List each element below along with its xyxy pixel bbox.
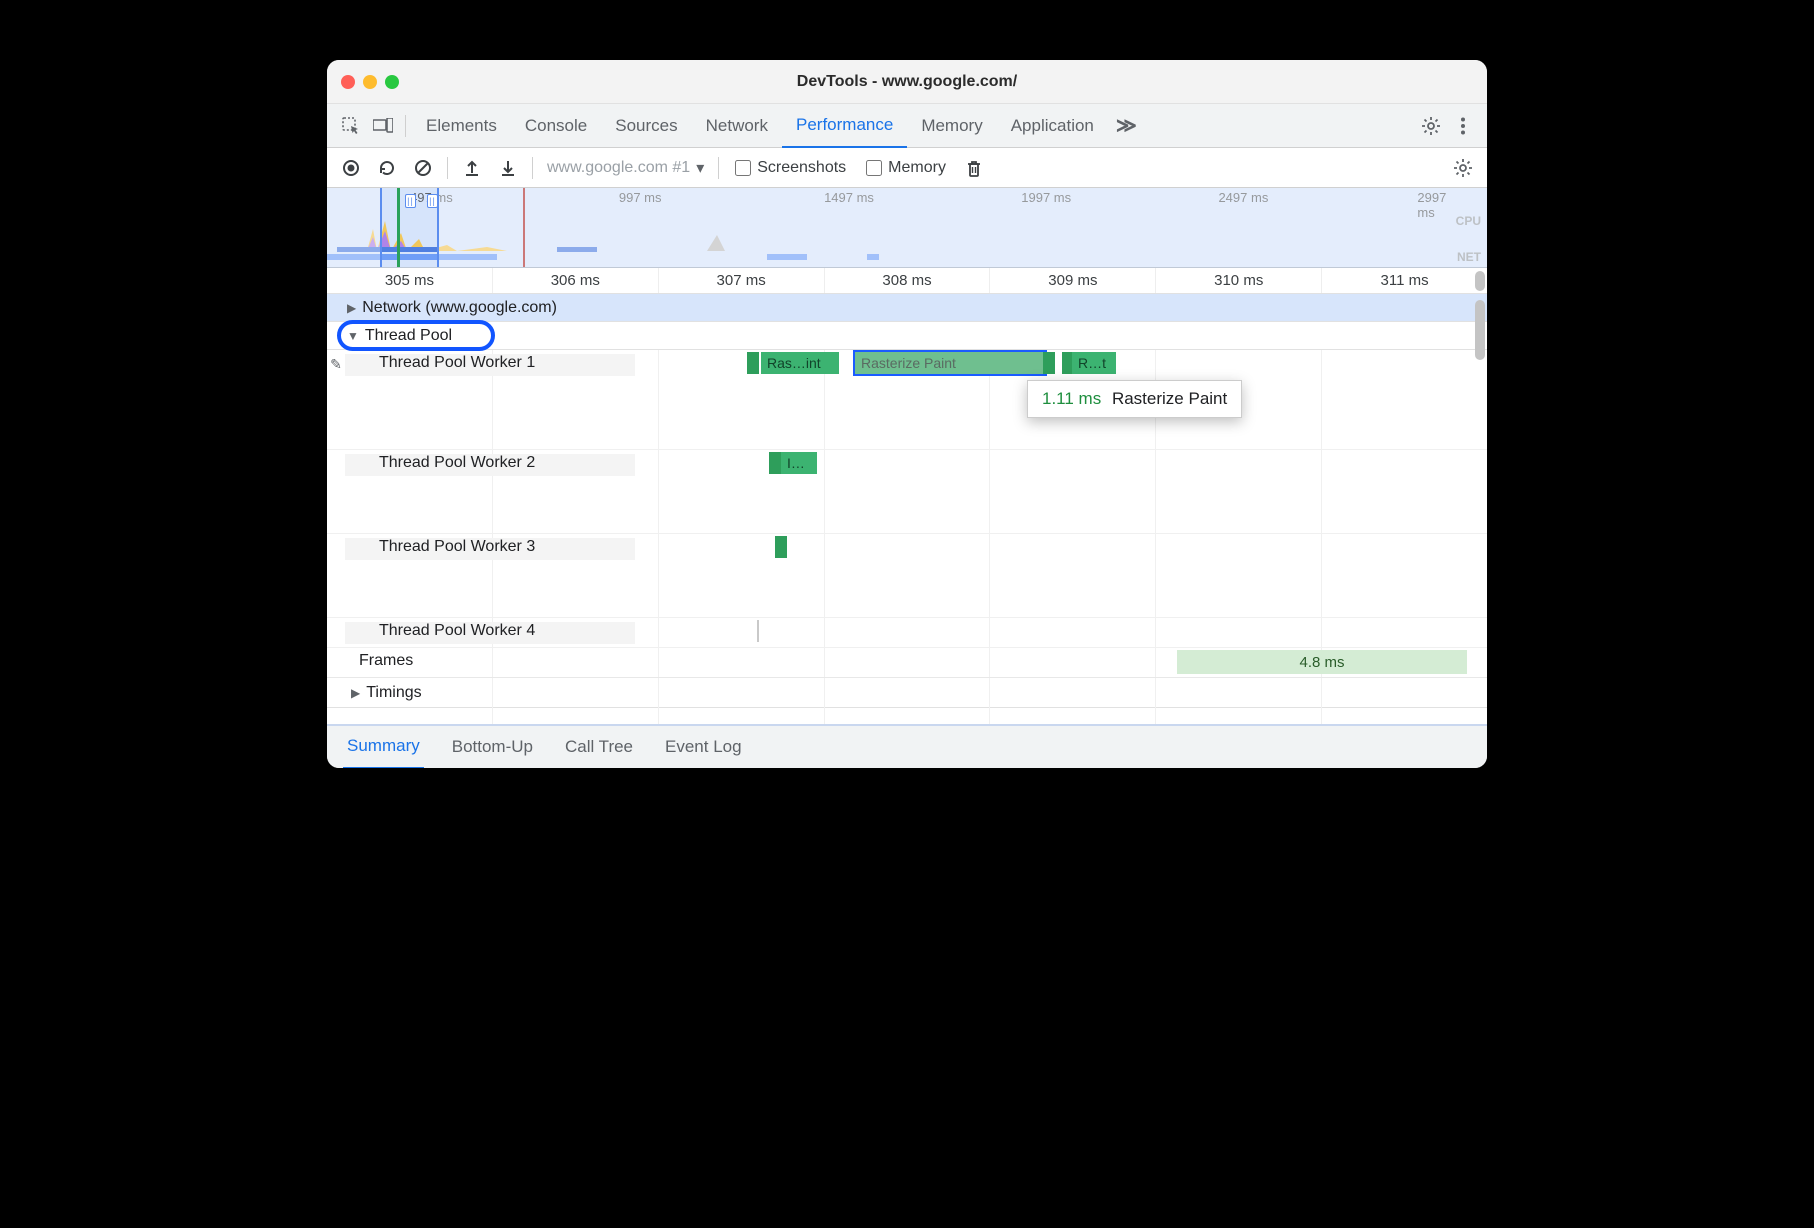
overview-handle-left[interactable]: || <box>405 194 416 208</box>
tab-console[interactable]: Console <box>511 104 601 148</box>
lane-worker-4[interactable]: Thread Pool Worker 4 <box>327 618 1487 648</box>
chevron-down-icon: ▾ <box>696 158 704 178</box>
flame-event[interactable] <box>747 352 759 374</box>
separator <box>447 157 448 179</box>
flame-event[interactable]: I… <box>781 452 817 474</box>
ruler-tick: 306 ms <box>492 268 658 293</box>
worker-label: Thread Pool Worker 2 <box>379 454 535 472</box>
titlebar: DevTools - www.google.com/ <box>327 60 1487 104</box>
devtools-window: DevTools - www.google.com/ Elements Cons… <box>327 60 1487 768</box>
screenshots-label: Screenshots <box>757 159 846 177</box>
tooltip-name: Rasterize Paint <box>1112 389 1227 408</box>
tab-call-tree[interactable]: Call Tree <box>561 725 637 768</box>
timeline-overview[interactable]: 497 ms 997 ms 1497 ms 1997 ms 2497 ms 29… <box>327 188 1487 268</box>
settings-icon[interactable] <box>1415 110 1447 142</box>
separator <box>718 157 719 179</box>
inspect-element-icon[interactable] <box>335 110 367 142</box>
separator <box>532 157 533 179</box>
tooltip-duration: 1.11 ms <box>1042 389 1107 408</box>
frame-bar[interactable]: 4.8 ms <box>1177 650 1467 674</box>
tab-sources[interactable]: Sources <box>601 104 691 148</box>
threadpool-track-label: Thread Pool <box>365 327 452 345</box>
overview-handle-right[interactable]: || <box>427 194 438 208</box>
tab-bottom-up[interactable]: Bottom-Up <box>448 725 537 768</box>
track-header-timings[interactable]: ▶ Timings <box>327 678 1487 708</box>
traffic-lights <box>341 75 399 89</box>
upload-profile-button[interactable] <box>456 152 488 184</box>
flame-event[interactable] <box>1043 352 1055 374</box>
ruler-tick: 307 ms <box>658 268 824 293</box>
ruler-tick: 309 ms <box>989 268 1155 293</box>
lane-worker-3[interactable]: Thread Pool Worker 3 <box>327 534 1487 618</box>
time-ruler[interactable]: 305 ms 306 ms 307 ms 308 ms 309 ms 310 m… <box>327 268 1487 294</box>
lane-worker-1[interactable]: ✎ Thread Pool Worker 1 Ras…int Rasterize… <box>327 350 1487 450</box>
separator <box>405 115 406 137</box>
panel-tabs: Elements Console Sources Network Perform… <box>327 104 1487 148</box>
reload-record-button[interactable] <box>371 152 403 184</box>
worker-label: Thread Pool Worker 4 <box>379 622 535 640</box>
tab-elements[interactable]: Elements <box>412 104 511 148</box>
network-track-label: Network (www.google.com) <box>362 299 557 317</box>
record-button[interactable] <box>335 152 367 184</box>
details-tabs: Summary Bottom-Up Call Tree Event Log <box>327 724 1487 768</box>
timings-label: Timings <box>366 684 421 702</box>
edit-icon[interactable]: ✎ <box>327 356 345 373</box>
track-header-network[interactable]: ▶ Network (www.google.com) <box>327 294 1487 322</box>
kebab-menu-icon[interactable] <box>1447 110 1479 142</box>
device-toolbar-icon[interactable] <box>367 110 399 142</box>
flame-event[interactable] <box>769 452 781 474</box>
ruler-tick: 311 ms <box>1321 268 1487 293</box>
capture-settings-icon[interactable] <box>1447 152 1479 184</box>
screenshots-checkbox-input[interactable] <box>735 160 751 176</box>
memory-checkbox-input[interactable] <box>866 160 882 176</box>
more-tabs-button[interactable]: ≫ <box>1108 113 1145 138</box>
flame-event[interactable] <box>757 620 759 642</box>
screenshots-checkbox[interactable]: Screenshots <box>727 159 854 177</box>
memory-label: Memory <box>888 159 946 177</box>
profile-name: www.google.com #1 <box>547 159 690 177</box>
worker-label: Thread Pool Worker 3 <box>379 538 535 556</box>
memory-checkbox[interactable]: Memory <box>858 159 954 177</box>
event-tooltip: 1.11 ms Rasterize Paint <box>1027 380 1242 418</box>
tab-memory[interactable]: Memory <box>907 104 996 148</box>
profile-selector[interactable]: www.google.com #1 ▾ <box>541 158 710 178</box>
frame-duration: 4.8 ms <box>1299 654 1344 671</box>
track-header-threadpool[interactable]: ▼ Thread Pool <box>327 322 1487 350</box>
tab-summary[interactable]: Summary <box>343 725 424 768</box>
tab-performance[interactable]: Performance <box>782 104 907 148</box>
flame-event[interactable] <box>775 536 787 558</box>
performance-toolbar: www.google.com #1 ▾ Screenshots Memory <box>327 148 1487 188</box>
scrollbar-thumb[interactable] <box>1475 271 1485 291</box>
flame-chart[interactable]: ▶ Network (www.google.com) ▼ Thread Pool… <box>327 294 1487 724</box>
download-profile-button[interactable] <box>492 152 524 184</box>
clear-button[interactable] <box>407 152 439 184</box>
flame-event-selected[interactable]: Rasterize Paint <box>855 352 1045 374</box>
expand-arrow-icon: ▶ <box>347 301 356 315</box>
lane-worker-2[interactable]: Thread Pool Worker 2 I… <box>327 450 1487 534</box>
tab-network[interactable]: Network <box>692 104 782 148</box>
ruler-tick: 310 ms <box>1155 268 1321 293</box>
flame-event[interactable]: Ras…int <box>761 352 839 374</box>
flame-event[interactable]: R…t <box>1072 352 1116 374</box>
tab-application[interactable]: Application <box>997 104 1108 148</box>
scrollbar-thumb[interactable] <box>1475 300 1485 360</box>
ruler-tick: 305 ms <box>327 268 492 293</box>
ruler-tick: 308 ms <box>824 268 990 293</box>
overview-range-right[interactable] <box>437 188 1487 267</box>
worker-label: Thread Pool Worker 1 <box>379 354 535 372</box>
overview-range-left[interactable] <box>327 188 382 267</box>
tab-event-log[interactable]: Event Log <box>661 725 746 768</box>
frames-label: Frames <box>359 652 413 670</box>
window-title: DevTools - www.google.com/ <box>327 73 1487 91</box>
minimize-window-button[interactable] <box>363 75 377 89</box>
collect-garbage-button[interactable] <box>958 152 990 184</box>
overview-marker <box>397 188 400 267</box>
frames-track[interactable]: Frames 4.8 ms <box>327 648 1487 678</box>
close-window-button[interactable] <box>341 75 355 89</box>
zoom-window-button[interactable] <box>385 75 399 89</box>
expand-arrow-icon: ▶ <box>351 686 360 700</box>
collapse-arrow-icon: ▼ <box>347 329 359 343</box>
